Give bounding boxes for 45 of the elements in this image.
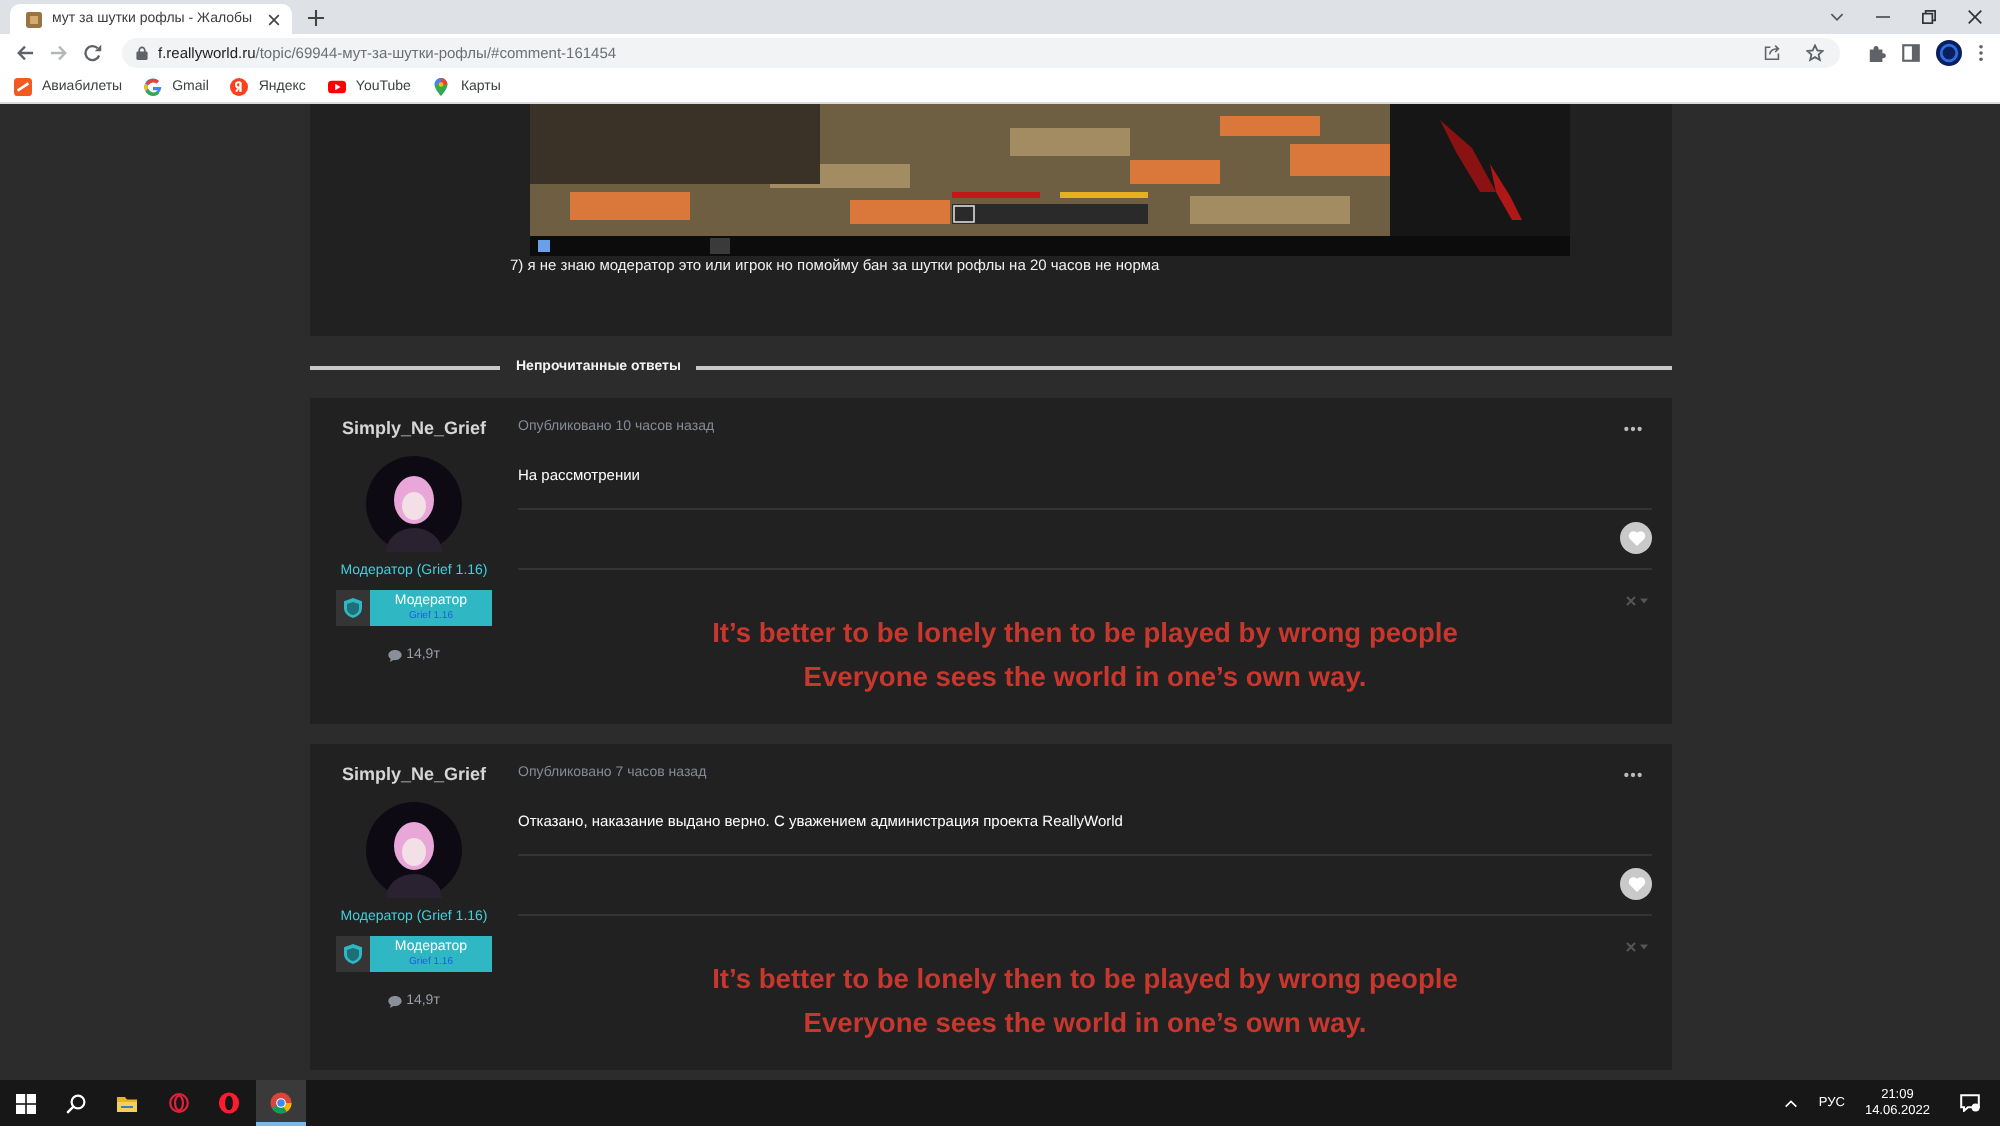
yandex-circle-icon [230,77,249,95]
signature-text: Everyone sees the world in one’s own way. [801,660,1369,696]
more-icon[interactable] [1624,771,1642,777]
windows-icon [15,1093,36,1113]
chrome-icon [269,1092,292,1114]
heart-icon [1627,876,1645,892]
signature-text: It’s better to be lonely then to be played by wrong people [710,616,1460,652]
signature-text: Everyone sees the world in one’s own way. [801,1006,1369,1042]
reload-icon[interactable] [84,43,102,61]
avatar-silhouette[interactable] [366,456,462,552]
play-tile-icon [327,77,346,95]
restore-icon[interactable] [1922,10,1936,24]
opera-icon [218,1092,241,1114]
folder-icon [116,1093,139,1113]
signature-text: It’s better to be lonely then to be played by wrong people [710,962,1460,998]
menu-icon[interactable] [1978,43,1984,61]
like-button[interactable] [1620,868,1652,900]
lock-icon [136,45,148,59]
comment-icon [388,649,403,661]
notification-icon[interactable] [1960,1094,1980,1112]
taskbar-button[interactable] [255,1080,306,1126]
chevron-up-icon[interactable] [1784,1099,1799,1107]
flight-tile-icon [14,77,32,95]
chevron-down-icon[interactable] [1830,12,1844,22]
ring-logo-icon [167,1092,190,1114]
close-icon[interactable] [268,13,281,25]
google-g-icon [144,77,163,95]
share-icon[interactable] [1764,44,1780,60]
profile-avatar-icon[interactable] [1936,39,1962,65]
close-window-icon[interactable] [1968,10,1982,24]
map-pin-icon [432,77,451,95]
heart-icon [1627,530,1645,546]
search-icon [66,1093,87,1113]
author-name[interactable]: Simply_Ne_Grief [341,764,487,784]
comment-icon [388,995,403,1007]
favicon-icon [26,11,42,27]
star-icon[interactable] [1806,43,1824,61]
back-icon[interactable] [16,43,34,61]
like-button[interactable] [1620,522,1652,554]
new-tab-icon[interactable] [308,10,325,26]
avatar-silhouette[interactable] [366,802,462,898]
puzzle-icon[interactable] [1868,43,1886,61]
more-icon[interactable] [1624,425,1642,431]
sidebar-icon[interactable] [1902,43,1920,61]
author-name[interactable]: Simply_Ne_Grief [341,418,487,438]
